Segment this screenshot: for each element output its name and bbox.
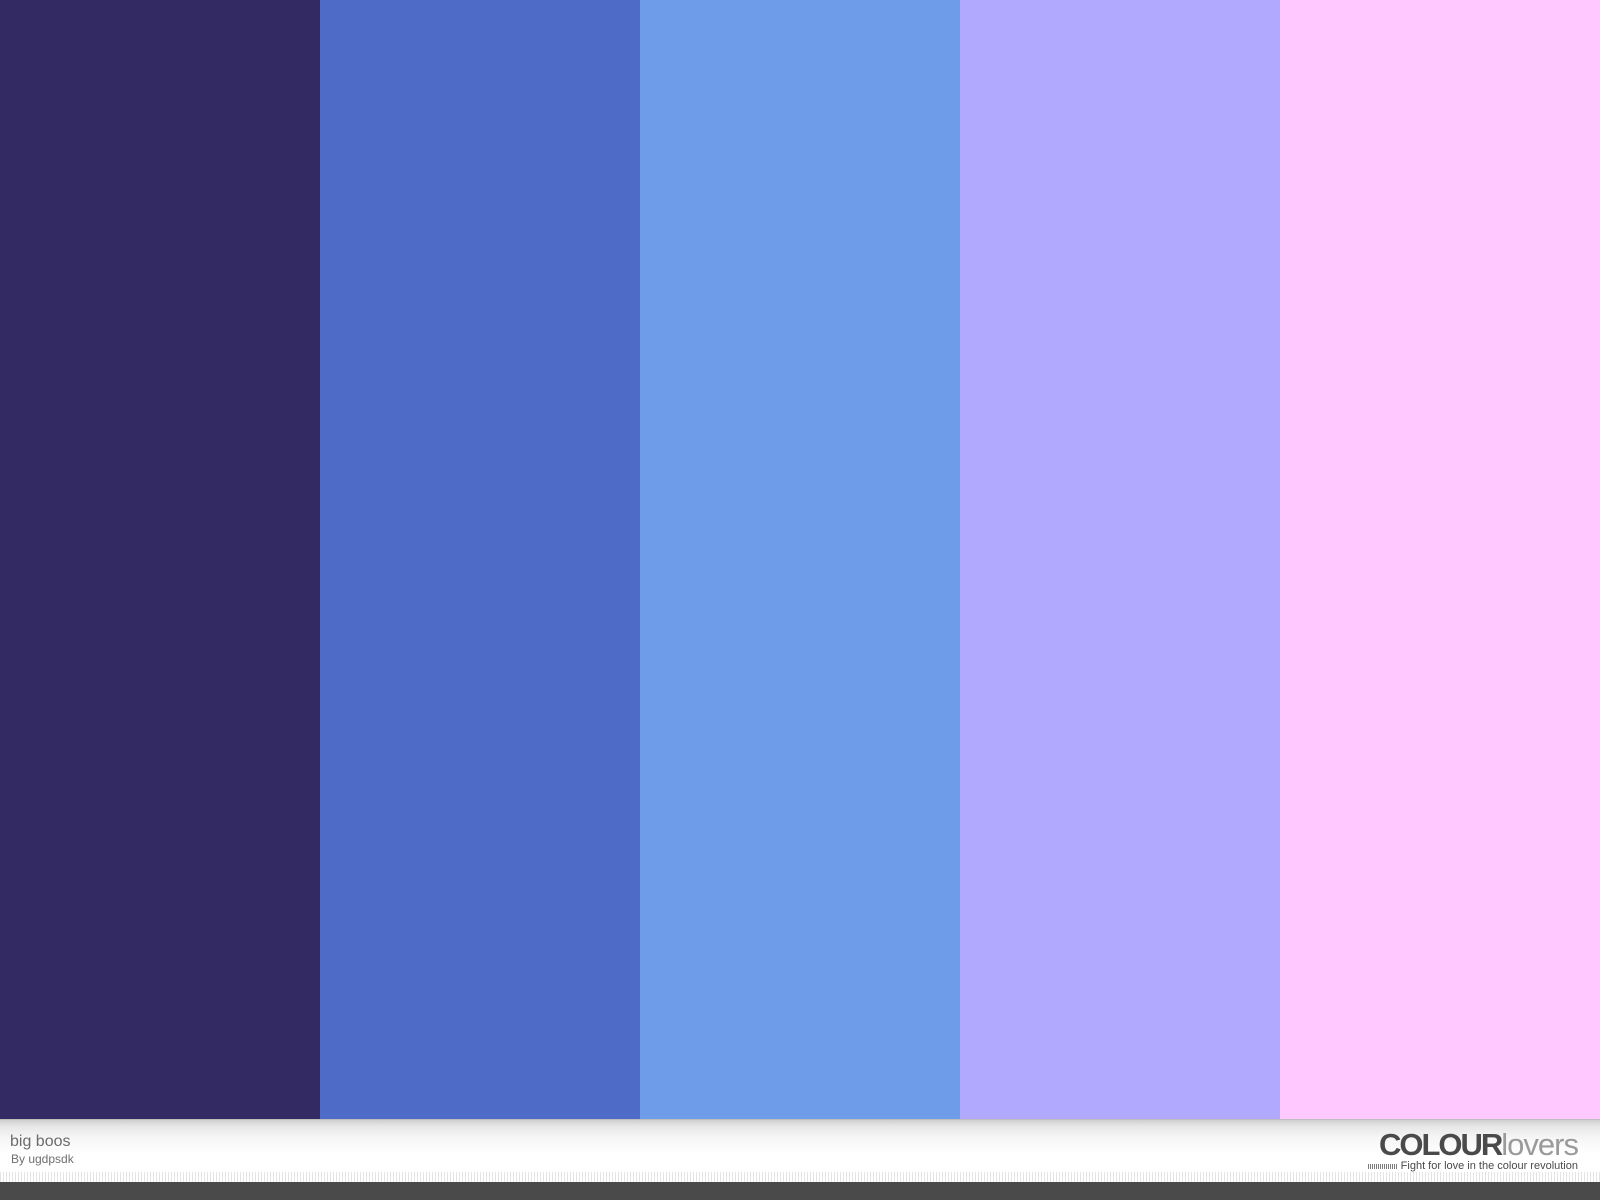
logo-wordmark: COLOURlovers <box>1368 1127 1579 1162</box>
color-swatch-4[interactable] <box>960 0 1280 1119</box>
logo-light-text: lovers <box>1501 1127 1579 1162</box>
color-swatch-1[interactable] <box>0 0 320 1119</box>
color-swatch-2[interactable] <box>320 0 640 1119</box>
palette-title[interactable]: big boos <box>10 1133 71 1151</box>
color-swatch-5[interactable] <box>1280 0 1600 1119</box>
color-swatch-3[interactable] <box>640 0 960 1119</box>
logo-tagline: Fight for love in the colour revolution <box>1400 1160 1578 1172</box>
palette-author[interactable]: By ugdpsdk <box>11 1152 74 1166</box>
palette-footer: big boos By ugdpsdk COLOURlovers Fight f… <box>0 1119 1600 1182</box>
palette-page: big boos By ugdpsdk COLOURlovers Fight f… <box>0 0 1600 1200</box>
colourlovers-logo[interactable]: COLOURlovers Fight for love in the colou… <box>1367 1127 1579 1172</box>
bottom-bar <box>0 1182 1600 1200</box>
palette-swatches <box>0 0 1600 1119</box>
dotted-line-icon <box>1367 1163 1398 1169</box>
logo-strong-text: COLOUR <box>1378 1127 1503 1162</box>
footer-stripe <box>0 1172 1600 1182</box>
